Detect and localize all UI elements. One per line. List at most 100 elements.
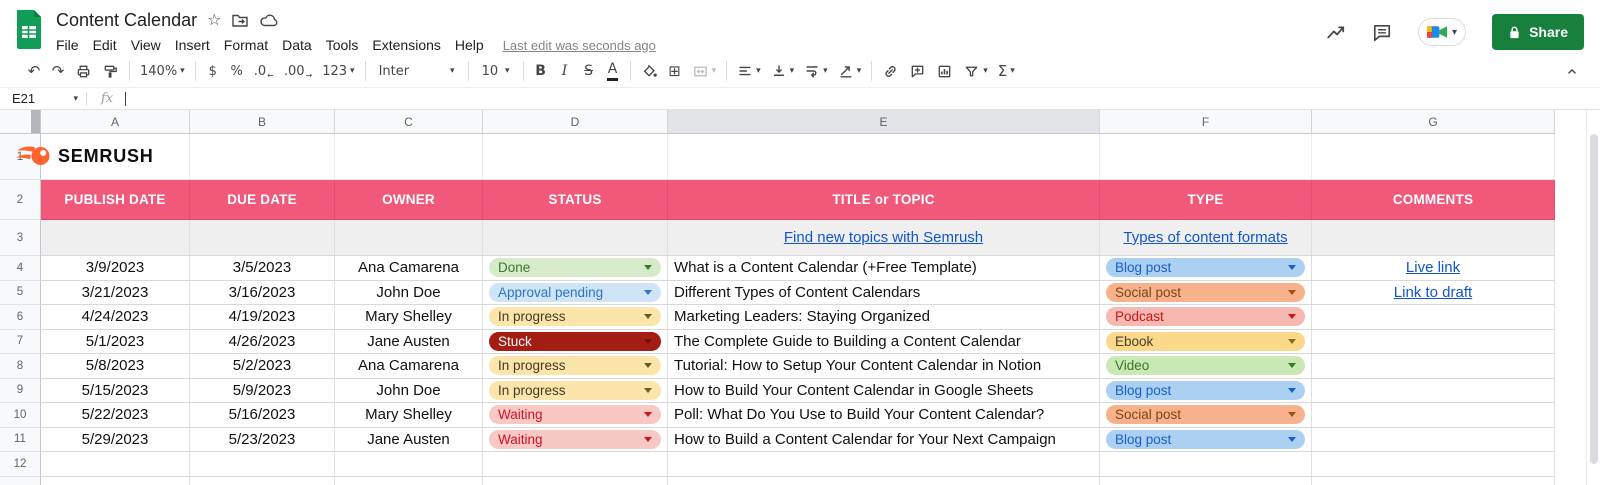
borders-button[interactable]: ⊞ <box>663 58 687 84</box>
collapse-toolbar-button[interactable] <box>1560 58 1584 84</box>
header-owner[interactable]: OWNER <box>335 180 483 220</box>
header-type[interactable]: TYPE <box>1100 180 1312 220</box>
font-selector[interactable]: Inter ▾ <box>371 58 463 84</box>
cell-publish-date[interactable]: 5/8/2023 <box>41 354 190 379</box>
insert-comment-button[interactable] <box>904 58 931 84</box>
cell-status[interactable]: Done <box>483 256 668 281</box>
cell-publish-date[interactable]: 5/15/2023 <box>41 378 190 403</box>
column-header-f[interactable]: F <box>1100 110 1312 134</box>
status-dropdown-chip[interactable]: Done <box>489 258 661 278</box>
cell-type[interactable]: Blog post <box>1100 427 1312 452</box>
print-button[interactable] <box>70 58 97 84</box>
star-icon[interactable]: ☆ <box>207 12 221 28</box>
cell-status[interactable]: In progress <box>483 354 668 379</box>
row-header-13[interactable] <box>0 477 41 485</box>
column-header-b[interactable]: B <box>190 110 335 134</box>
cell-due-date[interactable]: 3/5/2023 <box>190 256 335 281</box>
zoom-selector[interactable]: 140% ▾ <box>135 58 190 84</box>
cell-publish-date[interactable]: 3/9/2023 <box>41 256 190 281</box>
cell-comment[interactable] <box>1312 427 1555 452</box>
row-header-11[interactable]: 11 <box>0 427 41 452</box>
comments-icon[interactable] <box>1372 23 1392 42</box>
type-dropdown-chip[interactable]: Podcast <box>1106 307 1305 327</box>
column-header-e[interactable]: E <box>668 110 1100 134</box>
cell-b12[interactable] <box>190 452 335 477</box>
cell-comment[interactable]: Link to draft <box>1312 280 1555 305</box>
cell-due-date[interactable]: 4/26/2023 <box>190 329 335 354</box>
horizontal-align-button[interactable]: ▾ <box>732 58 766 84</box>
increase-decimal-button[interactable]: .00 → <box>279 58 317 84</box>
vertical-align-button[interactable]: ▾ <box>766 58 800 84</box>
cell-a12[interactable] <box>41 452 190 477</box>
cell-a3[interactable] <box>41 220 190 256</box>
cell-title[interactable]: The Complete Guide to Building a Content… <box>668 329 1100 354</box>
comment-link[interactable]: Link to draft <box>1394 284 1472 301</box>
more-formats-button[interactable]: 123 ▾ <box>317 58 359 84</box>
cell-owner[interactable]: Jane Austen <box>335 329 483 354</box>
type-dropdown-chip[interactable]: Blog post <box>1106 429 1305 449</box>
strikethrough-button[interactable]: S <box>577 58 601 84</box>
comment-link[interactable]: Live link <box>1406 259 1460 276</box>
document-title[interactable]: Content Calendar <box>56 10 197 31</box>
last-edit-link[interactable]: Last edit was seconds ago <box>503 38 656 53</box>
cell-b13[interactable] <box>190 477 335 485</box>
status-dropdown-chip[interactable]: Stuck <box>489 331 661 351</box>
column-header-c[interactable]: C <box>335 110 483 134</box>
cell-type[interactable]: Blog post <box>1100 378 1312 403</box>
type-dropdown-chip[interactable]: Blog post <box>1106 380 1305 400</box>
cell-d12[interactable] <box>483 452 668 477</box>
menu-edit[interactable]: Edit <box>86 35 124 55</box>
text-color-button[interactable]: A <box>601 58 625 84</box>
status-dropdown-chip[interactable]: Waiting <box>489 429 661 449</box>
cell-f3[interactable]: Types of content formats <box>1100 220 1312 256</box>
cell-title[interactable]: Tutorial: How to Setup Your Content Cale… <box>668 354 1100 379</box>
status-dropdown-chip[interactable]: Waiting <box>489 405 661 425</box>
cell-due-date[interactable]: 4/19/2023 <box>190 305 335 330</box>
cell-title[interactable]: What is a Content Calendar (+Free Templa… <box>668 256 1100 281</box>
functions-button[interactable]: Σ ▾ <box>993 58 1020 84</box>
formula-input[interactable] <box>113 91 1600 106</box>
cell-due-date[interactable]: 5/9/2023 <box>190 378 335 403</box>
cell-owner[interactable]: Mary Shelley <box>335 305 483 330</box>
cell-owner[interactable]: Mary Shelley <box>335 403 483 428</box>
cell-c3[interactable] <box>335 220 483 256</box>
cell-comment[interactable] <box>1312 403 1555 428</box>
select-all-corner[interactable] <box>0 110 41 134</box>
cell-f13[interactable] <box>1100 477 1312 485</box>
move-folder-icon[interactable] <box>231 11 249 29</box>
cell-comment[interactable] <box>1312 378 1555 403</box>
status-dropdown-chip[interactable]: In progress <box>489 380 661 400</box>
insert-link-button[interactable] <box>877 58 904 84</box>
cell-owner[interactable]: Ana Camarena <box>335 256 483 281</box>
cell-status[interactable]: Stuck <box>483 329 668 354</box>
share-button[interactable]: Share <box>1492 14 1584 50</box>
cell-type[interactable]: Podcast <box>1100 305 1312 330</box>
type-dropdown-chip[interactable]: Blog post <box>1106 258 1305 278</box>
cell-d1[interactable] <box>483 134 668 180</box>
cell-status[interactable]: Approval pending <box>483 280 668 305</box>
row-header-2[interactable]: 2 <box>0 180 41 220</box>
cell-type[interactable]: Ebook <box>1100 329 1312 354</box>
cell-b1[interactable] <box>190 134 335 180</box>
content-formats-link[interactable]: Types of content formats <box>1123 229 1287 246</box>
cell-publish-date[interactable]: 4/24/2023 <box>41 305 190 330</box>
cell-due-date[interactable]: 5/23/2023 <box>190 427 335 452</box>
menu-help[interactable]: Help <box>448 35 491 55</box>
cell-g12[interactable] <box>1312 452 1555 477</box>
font-size-selector[interactable]: 10 ▾ <box>474 58 518 84</box>
row-header-5[interactable]: 5 <box>0 280 41 305</box>
cell-e1[interactable] <box>668 134 1100 180</box>
row-header-4[interactable]: 4 <box>0 256 41 281</box>
cell-owner[interactable]: John Doe <box>335 280 483 305</box>
cell-title[interactable]: How to Build Your Content Calendar in Go… <box>668 378 1100 403</box>
undo-button[interactable]: ↶ <box>22 58 46 84</box>
cell-c12[interactable] <box>335 452 483 477</box>
scrollbar-thumb[interactable] <box>1590 134 1598 464</box>
cell-type[interactable]: Social post <box>1100 280 1312 305</box>
cell-owner[interactable]: Ana Camarena <box>335 354 483 379</box>
cell-owner[interactable]: Jane Austen <box>335 427 483 452</box>
cell-title[interactable]: Different Types of Content Calendars <box>668 280 1100 305</box>
cell-status[interactable]: Waiting <box>483 403 668 428</box>
type-dropdown-chip[interactable]: Social post <box>1106 405 1305 425</box>
cell-comment[interactable] <box>1312 354 1555 379</box>
